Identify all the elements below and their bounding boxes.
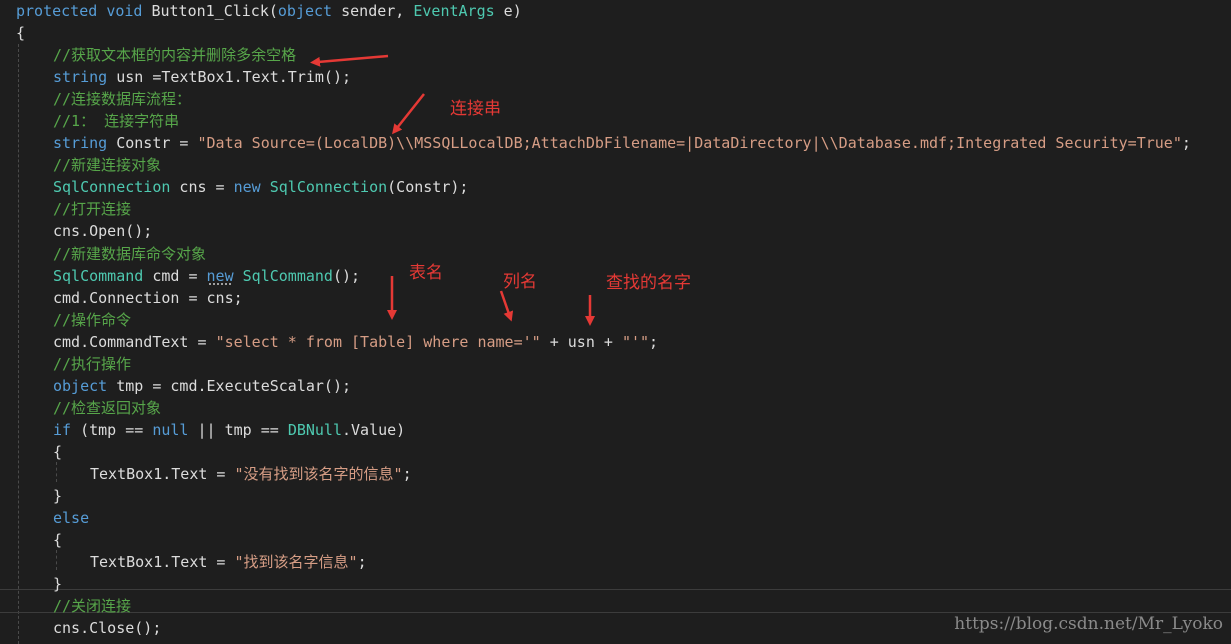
code-token: "'": [621, 332, 650, 351]
code-token: Button1_Click(: [142, 2, 278, 20]
code-token: "select * from [Table] where name='": [215, 332, 541, 351]
code-editor[interactable]: protected void Button1_Click(object send…: [0, 0, 1231, 644]
code-token: ();: [332, 266, 361, 285]
code-token: cmd.CommandText =: [53, 332, 216, 351]
code-token: //新建数据库命令对象: [53, 244, 207, 263]
code-token: tmp = cmd.ExecuteScalar();: [107, 376, 352, 395]
code-line[interactable]: {: [16, 441, 1231, 463]
code-line[interactable]: {: [16, 529, 1231, 551]
code-token: else: [53, 509, 90, 528]
code-token: {: [53, 442, 63, 461]
code-token: string: [53, 134, 108, 153]
code-token: "找到该名字信息": [234, 553, 358, 572]
code-token: SqlConnection: [269, 178, 388, 197]
code-token: cns.Close();: [53, 619, 162, 638]
code-token: "没有找到该名字的信息": [234, 464, 403, 483]
code-token: void: [106, 2, 143, 20]
code-token: cns.Open();: [53, 222, 153, 241]
code-line[interactable]: //新建连接对象: [16, 154, 1231, 176]
code-token: object: [53, 376, 108, 395]
code-token: SqlConnection: [53, 178, 171, 197]
code-token: null: [152, 420, 189, 439]
code-token: //连接数据库流程：: [53, 90, 192, 109]
code-area[interactable]: protected void Button1_Click(object send…: [16, 0, 1231, 639]
code-token: }: [53, 487, 63, 506]
code-token: //1： 连接字符串: [53, 112, 180, 131]
code-line[interactable]: cns.Open();: [16, 220, 1231, 242]
code-token: EventArgs: [413, 2, 495, 20]
code-token: //获取文本框的内容并删除多余空格: [53, 46, 297, 65]
code-token: ;: [402, 464, 412, 483]
code-token: //检查返回对象: [53, 398, 162, 417]
code-token: ;: [649, 332, 659, 351]
code-line[interactable]: protected void Button1_Click(object send…: [16, 0, 1231, 22]
code-token: //新建连接对象: [53, 156, 162, 175]
code-token: ;: [357, 553, 367, 572]
code-line[interactable]: //检查返回对象: [16, 397, 1231, 419]
code-line[interactable]: object tmp = cmd.ExecuteScalar();: [16, 375, 1231, 397]
code-line[interactable]: //新建数据库命令对象: [16, 243, 1231, 265]
annotation-connection-string: 连接串: [450, 99, 501, 119]
code-token: usn =TextBox1.Text.Trim();: [107, 68, 352, 87]
code-token: string: [53, 68, 108, 87]
code-line[interactable]: {: [16, 22, 1231, 44]
code-token: protected: [16, 2, 98, 20]
code-line[interactable]: //连接数据库流程：: [16, 88, 1231, 110]
code-token: cmd.Connection = cns;: [53, 288, 243, 307]
code-token: object: [277, 2, 333, 20]
annotation-table-name: 表名: [409, 263, 443, 283]
code-token: if: [53, 420, 72, 439]
annotation-column-name: 列名: [503, 272, 537, 292]
code-line[interactable]: SqlConnection cns = new SqlConnection(Co…: [16, 176, 1231, 198]
code-line[interactable]: TextBox1.Text = "找到该名字信息";: [16, 551, 1231, 573]
code-token: //关闭连接: [53, 597, 132, 616]
code-line[interactable]: TextBox1.Text = "没有找到该名字的信息";: [16, 463, 1231, 485]
code-token: (tmp ==: [71, 420, 153, 439]
code-line[interactable]: //1： 连接字符串: [16, 110, 1231, 132]
suggestion-squiggle: [209, 279, 231, 285]
code-token: Constr =: [107, 134, 198, 153]
code-token: || tmp ==: [188, 420, 288, 439]
code-line[interactable]: }: [16, 485, 1231, 507]
annotation-search-name: 查找的名字: [606, 273, 691, 293]
code-token: "Data Source=(LocalDB)\\MSSQLLocalDB;Att…: [197, 134, 1182, 153]
code-token: .Value): [342, 420, 406, 439]
code-token: TextBox1.Text =: [90, 464, 235, 483]
code-token: }: [53, 575, 63, 594]
code-line[interactable]: //操作命令: [16, 309, 1231, 331]
code-token: ;: [1181, 134, 1191, 153]
code-line[interactable]: //获取文本框的内容并删除多余空格: [16, 44, 1231, 66]
code-token: {: [16, 24, 26, 43]
code-line[interactable]: //打开连接: [16, 198, 1231, 220]
code-token: {: [53, 531, 63, 550]
code-line[interactable]: else: [16, 507, 1231, 529]
code-line[interactable]: string usn =TextBox1.Text.Trim();: [16, 66, 1231, 88]
watermark: https://blog.csdn.net/Mr_Lyoko: [954, 614, 1223, 634]
code-token: + usn +: [540, 332, 622, 351]
code-token: cmd =: [143, 266, 207, 285]
code-token: e): [494, 2, 522, 20]
code-line[interactable]: cmd.CommandText = "select * from [Table]…: [16, 331, 1231, 353]
code-token: SqlCommand: [53, 266, 144, 285]
code-line[interactable]: }: [16, 573, 1231, 595]
code-line[interactable]: string Constr = "Data Source=(LocalDB)\\…: [16, 132, 1231, 154]
code-token: //打开连接: [53, 200, 132, 219]
code-token: cns =: [170, 178, 234, 197]
code-token: //操作命令: [53, 310, 132, 329]
code-line[interactable]: //执行操作: [16, 353, 1231, 375]
code-token: TextBox1.Text =: [90, 553, 235, 572]
code-token: sender,: [332, 2, 414, 20]
code-line[interactable]: if (tmp == null || tmp == DBNull.Value): [16, 419, 1231, 441]
code-token: //执行操作: [53, 354, 132, 373]
code-token: DBNull: [287, 420, 342, 439]
code-token: new: [233, 178, 261, 197]
code-token: SqlCommand: [242, 266, 333, 285]
code-token: (Constr);: [387, 178, 469, 197]
